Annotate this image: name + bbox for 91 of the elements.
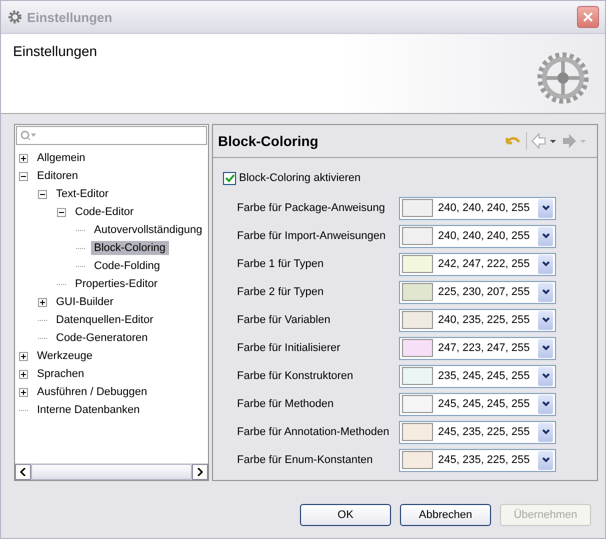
chevron-down-icon [542,457,550,463]
dropdown-button[interactable] [538,226,553,246]
expand-icon[interactable] [19,370,28,378]
close-button[interactable] [577,6,599,28]
color-label: Farbe für Annotation-Methoden [237,426,390,438]
tree-item[interactable]: Code-Generatoren [53,331,151,345]
color-picker[interactable]: 240, 235, 225, 255 [399,308,556,332]
color-picker[interactable]: 235, 245, 245, 255 [399,364,556,388]
dropdown-button[interactable] [538,338,553,358]
color-label: Farbe 2 für Typen [237,286,325,298]
scroll-right-button[interactable] [192,464,208,480]
collapse-icon[interactable] [57,208,66,216]
dropdown-button[interactable] [538,282,553,302]
color-picker[interactable]: 225, 230, 207, 255 [399,280,556,304]
chevron-down-icon [542,401,550,407]
chevron-down-icon [542,289,550,295]
checkbox[interactable] [223,172,236,184]
tree-item[interactable]: Interne Datenbanken [34,403,143,417]
tree-item[interactable]: Allgemein [34,151,88,165]
dropdown-button[interactable] [538,450,553,470]
search-icon [20,130,36,142]
tree-item[interactable]: Code-Editor [72,205,137,219]
expand-icon[interactable] [38,298,47,306]
collapse-icon[interactable] [38,190,47,198]
dialog-button[interactable]: Abbrechen [400,504,491,526]
tree-item[interactable]: Code-Folding [91,259,164,273]
chevron-down-icon [542,345,550,351]
color-value: 247, 223, 247, 255 [438,342,531,354]
color-value: 245, 245, 245, 255 [438,398,531,410]
color-picker[interactable]: 245, 235, 225, 255 [399,420,556,444]
dropdown-button[interactable] [538,310,553,330]
window-title: Einstellungen [27,10,114,24]
color-value: 245, 235, 225, 255 [438,426,531,438]
tree-item[interactable]: Properties-Editor [72,277,161,291]
horizontal-scrollbar[interactable] [15,463,208,480]
chevron-down-icon [542,429,550,435]
tree-item[interactable]: Text-Editor [53,187,112,201]
color-picker[interactable]: 240, 240, 240, 255 [399,196,556,220]
close-icon [582,11,594,23]
tree-item[interactable]: Ausführen / Debuggen [34,385,150,399]
color-picker[interactable]: 240, 240, 240, 255 [399,224,556,248]
scroll-left-button[interactable] [15,464,31,480]
color-value: 245, 235, 225, 255 [438,454,531,466]
color-value: 225, 230, 207, 255 [438,286,531,298]
dropdown-button[interactable] [538,422,553,442]
color-picker[interactable]: 245, 245, 245, 255 [399,392,556,416]
tree-item[interactable]: Datenquellen-Editor [53,313,156,327]
dropdown-button[interactable] [538,254,553,274]
tree-item[interactable]: Werkzeuge [34,349,96,363]
dropdown-button[interactable] [538,394,553,414]
back-arrow-icon[interactable] [531,133,557,149]
color-label: Farbe für Package-Anweisung [237,202,386,214]
chevron-down-icon [542,317,550,323]
color-value: 235, 245, 245, 255 [438,370,531,382]
expand-icon[interactable] [19,388,28,396]
color-label: Farbe für Enum-Konstanten [237,454,374,466]
color-value: 240, 240, 240, 255 [438,230,531,242]
color-picker[interactable]: 245, 235, 225, 255 [399,448,556,472]
scroll-thumb[interactable] [31,464,192,480]
tree-item[interactable]: Sprachen [34,367,88,381]
expand-icon[interactable] [19,154,28,162]
search-field[interactable] [16,126,207,145]
tree-item[interactable]: Editoren [34,169,81,183]
tree-item[interactable]: Autovervollständigung [91,223,206,237]
color-value: 240, 235, 225, 255 [438,314,531,326]
chevron-down-icon [542,373,550,379]
tree-item[interactable]: Block-Coloring [91,241,169,255]
color-label: Farbe für Konstruktoren [237,370,354,382]
color-label: Farbe für Methoden [237,398,335,410]
header-title: Einstellungen [13,43,98,61]
chevron-down-icon [542,261,550,267]
color-label: Farbe für Variablen [237,314,332,326]
collapse-icon[interactable] [19,172,28,180]
dialog-button[interactable]: OK [300,504,391,526]
color-picker[interactable]: 242, 247, 222, 255 [399,252,556,276]
checkbox-label: Block-Coloring aktivieren [239,172,361,184]
expand-icon[interactable] [19,352,28,360]
color-value: 240, 240, 240, 255 [438,202,531,214]
color-value: 242, 247, 222, 255 [438,258,531,270]
color-label: Farbe für Initialisierer [237,342,342,354]
dropdown-button[interactable] [538,366,553,386]
color-picker[interactable]: 247, 223, 247, 255 [399,336,556,360]
color-label: Farbe 1 für Typen [237,258,325,270]
page-title: Block-Coloring [218,133,318,149]
chevron-down-icon [542,233,550,239]
chevron-down-icon [542,205,550,211]
tree-item[interactable]: GUI-Builder [53,295,116,309]
dropdown-button[interactable] [538,198,553,218]
gear-icon [535,50,591,106]
color-label: Farbe für Import-Anweisungen [237,230,387,242]
gear-icon [7,9,23,25]
